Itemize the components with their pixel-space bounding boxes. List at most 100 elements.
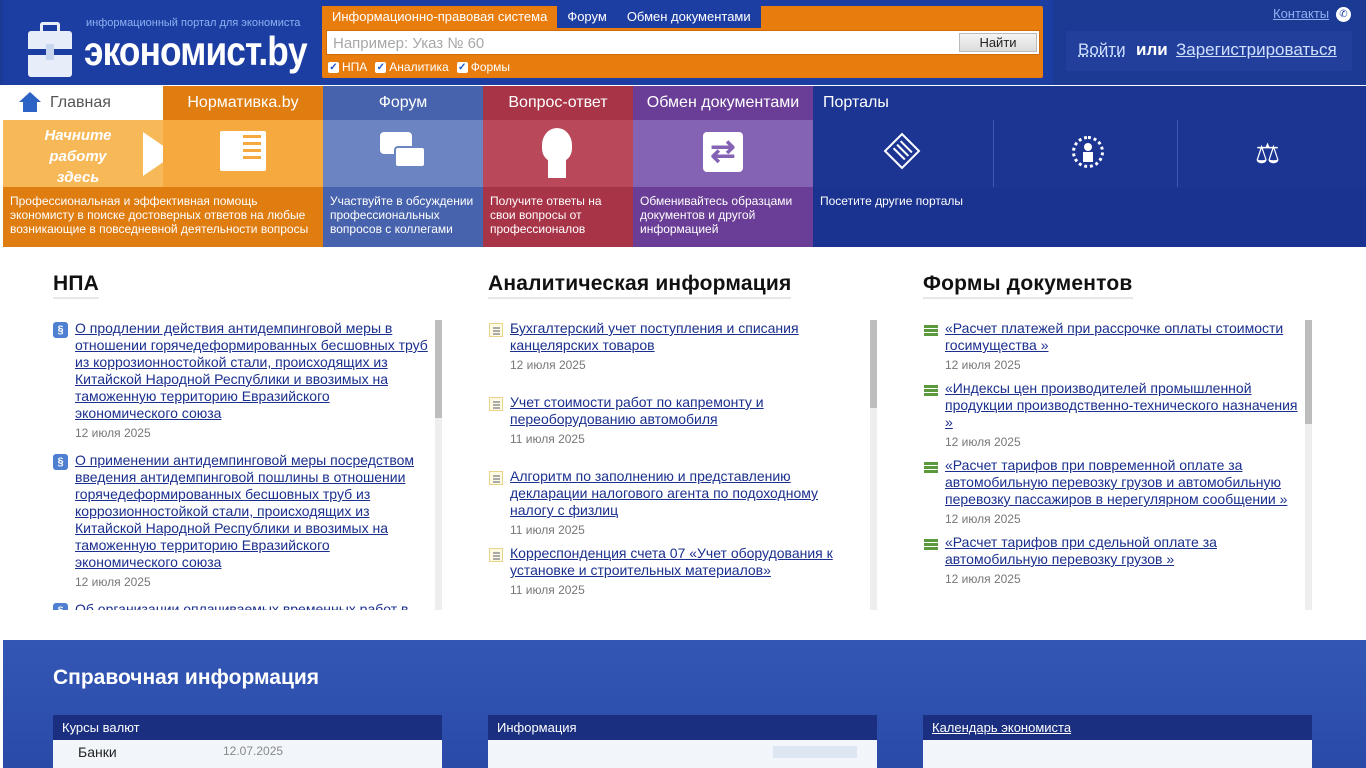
auth-or-text: или [1136, 40, 1168, 59]
portal-law[interactable]: ⚖ [1179, 120, 1366, 187]
nav-normativka[interactable]: Нормативка.by [163, 86, 323, 120]
paragraph-icon: § [53, 322, 68, 338]
filter-analytics-checkbox[interactable]: ✓ Аналитика [375, 60, 449, 74]
abacus-icon [883, 132, 921, 170]
checkbox-checked-icon: ✓ [328, 61, 339, 73]
npa-item-link[interactable]: Об организации оплачиваемых временных ра… [75, 601, 433, 610]
nav-home[interactable]: Главная [3, 86, 163, 120]
npa-list: § О продлении действия антидемпинговой м… [53, 320, 433, 610]
reference-section: Справочная информация Курсы валют Банки … [3, 640, 1366, 768]
nav-forum[interactable]: Форум [323, 86, 483, 120]
analytics-item-link[interactable]: Учет стоимости работ по капремонту и пер… [510, 394, 858, 428]
banks-label[interactable]: Банки [78, 744, 117, 760]
currency-panel: Курсы валют Банки 12.07.2025 [53, 715, 442, 768]
search-tab-forum[interactable]: Форум [557, 6, 617, 28]
forum-tile[interactable]: Участвуйте в обсуждении профессиональных… [323, 120, 483, 247]
analytics-item-date: 11 июля 2025 [510, 432, 585, 446]
analytics-item-link[interactable]: Бухгалтерский учет поступления и списани… [510, 320, 858, 354]
exchange-desc: Обменивайтесь образцами документов и дру… [640, 194, 793, 236]
form-icon [924, 325, 938, 337]
header: информационный портал для экономиста эко… [0, 0, 1366, 85]
analytics-title[interactable]: Аналитическая информация [488, 272, 792, 299]
list-item: «Индексы цен производителей промышленной… [923, 380, 1298, 449]
search-tab-legal-system[interactable]: Информационно-правовая система [322, 6, 558, 28]
portals-tile: ⚖ Посетите другие порталы [813, 120, 1366, 247]
forms-list: «Расчет платежей при рассрочке оплаты ст… [923, 320, 1298, 610]
qa-desc: Получите ответы на свои вопросы от профе… [490, 194, 602, 236]
search-button[interactable]: Найти [959, 33, 1037, 52]
contacts-link[interactable]: Контакты [1273, 6, 1329, 21]
document-icon [489, 548, 503, 562]
portal-abacus[interactable] [813, 120, 994, 187]
paragraph-icon: § [53, 603, 68, 610]
person-gear-icon [1072, 136, 1104, 168]
search-field: Найти [326, 30, 1040, 55]
auth-box: Войти или Зарегистрироваться [1066, 31, 1352, 71]
search-input[interactable] [333, 35, 953, 52]
npa-item-link[interactable]: О продлении действия антидемпинговой мер… [75, 320, 433, 422]
analytics-list: Бухгалтерский учет поступления и списани… [488, 320, 858, 610]
main-nav: Главная Нормативка.by Форум Вопрос-ответ… [3, 86, 1366, 120]
forms-scrollbar[interactable] [1305, 320, 1312, 610]
nav-exchange[interactable]: Обмен документами [633, 86, 813, 120]
analytics-item-link[interactable]: Алгоритм по заполнению и представлению д… [510, 468, 858, 519]
filter-npa-checkbox[interactable]: ✓ НПА [328, 60, 367, 74]
document-icon [489, 323, 503, 337]
forum-desc: Участвуйте в обсуждении профессиональных… [330, 194, 474, 236]
info-panel: Информация [488, 715, 877, 768]
portal-hr[interactable] [995, 120, 1178, 187]
search-panel: Информационно-правовая система Форум Обм… [322, 6, 1043, 78]
forms-item-date: 12 июля 2025 [945, 512, 1021, 526]
currency-panel-header: Курсы валют [53, 715, 442, 740]
list-item: § О применении антидемпинговой меры поср… [53, 452, 433, 589]
register-link[interactable]: Зарегистрироваться [1176, 40, 1337, 60]
calendar-panel-header[interactable]: Календарь экономиста [923, 715, 1312, 740]
npa-item-date: 12 июля 2025 [75, 426, 151, 440]
qa-tile[interactable]: Получите ответы на свои вопросы от профе… [483, 120, 633, 247]
list-item: Алгоритм по заполнению и представлению д… [488, 468, 858, 537]
filter-analytics-label: Аналитика [389, 60, 449, 74]
filter-forms-checkbox[interactable]: ✓ Формы [456, 60, 511, 74]
forms-item-link[interactable]: «Индексы цен производителей промышленной… [945, 380, 1298, 431]
analytics-item-link[interactable]: Корреспонденция счета 07 «Учет оборудова… [510, 545, 858, 579]
analytics-item-date: 11 июля 2025 [510, 583, 585, 597]
forms-item-link[interactable]: «Расчет платежей при рассрочке оплаты ст… [945, 320, 1298, 354]
chat-bubbles-icon [380, 132, 428, 176]
site-logo-text[interactable]: экономист.by [84, 28, 308, 75]
nav-qa[interactable]: Вопрос-ответ [483, 86, 633, 120]
npa-scrollbar[interactable] [435, 320, 442, 610]
document-icon [489, 471, 503, 485]
normativka-desc: Профессиональная и эффективная помощь эк… [10, 194, 309, 236]
list-item: «Расчет платежей при рассрочке оплаты ст… [923, 320, 1298, 372]
list-item: Корреспонденция счета 07 «Учет оборудова… [488, 545, 858, 597]
list-item: Учет стоимости работ по капремонту и пер… [488, 394, 858, 446]
analytics-item-date: 11 июля 2025 [510, 523, 585, 537]
forms-item-date: 12 июля 2025 [945, 572, 1021, 586]
list-item: «Расчет тарифов при сдельной оплате за а… [923, 534, 1298, 586]
calendar-panel: Календарь экономиста [923, 715, 1312, 768]
npa-item-link[interactable]: О применении антидемпинговой меры посред… [75, 452, 433, 571]
laurel-head-icon [538, 128, 578, 180]
phone-icon[interactable]: ✆ [1336, 7, 1351, 22]
npa-title[interactable]: НПА [53, 272, 100, 299]
document-icon [489, 397, 503, 411]
filter-forms-label: Формы [470, 60, 511, 74]
form-icon [924, 539, 938, 551]
briefcase-logo-icon[interactable] [28, 22, 74, 80]
login-link[interactable]: Войти [1078, 40, 1126, 60]
normativka-desc-area: Профессиональная и эффективная помощь эк… [3, 187, 323, 247]
search-tab-exchange[interactable]: Обмен документами [616, 6, 761, 28]
paragraph-icon: § [53, 454, 68, 470]
scales-icon: ⚖ [1255, 138, 1281, 169]
exchange-tile[interactable]: ⇄ Обменивайтесь образцами документов и д… [633, 120, 813, 247]
npa-item-date: 12 июля 2025 [75, 575, 151, 589]
analytics-scrollbar[interactable] [870, 320, 877, 610]
start-text-line-1: Начните [44, 127, 112, 144]
form-icon [924, 462, 938, 474]
forms-item-link[interactable]: «Расчет тарифов при сдельной оплате за а… [945, 534, 1298, 568]
list-item: «Расчет тарифов при повременной оплате з… [923, 457, 1298, 526]
info-panel-header: Информация [488, 715, 877, 740]
nav-portals[interactable]: Порталы [813, 86, 1366, 120]
forms-item-link[interactable]: «Расчет тарифов при повременной оплате з… [945, 457, 1298, 508]
forms-title[interactable]: Формы документов [923, 272, 1133, 299]
